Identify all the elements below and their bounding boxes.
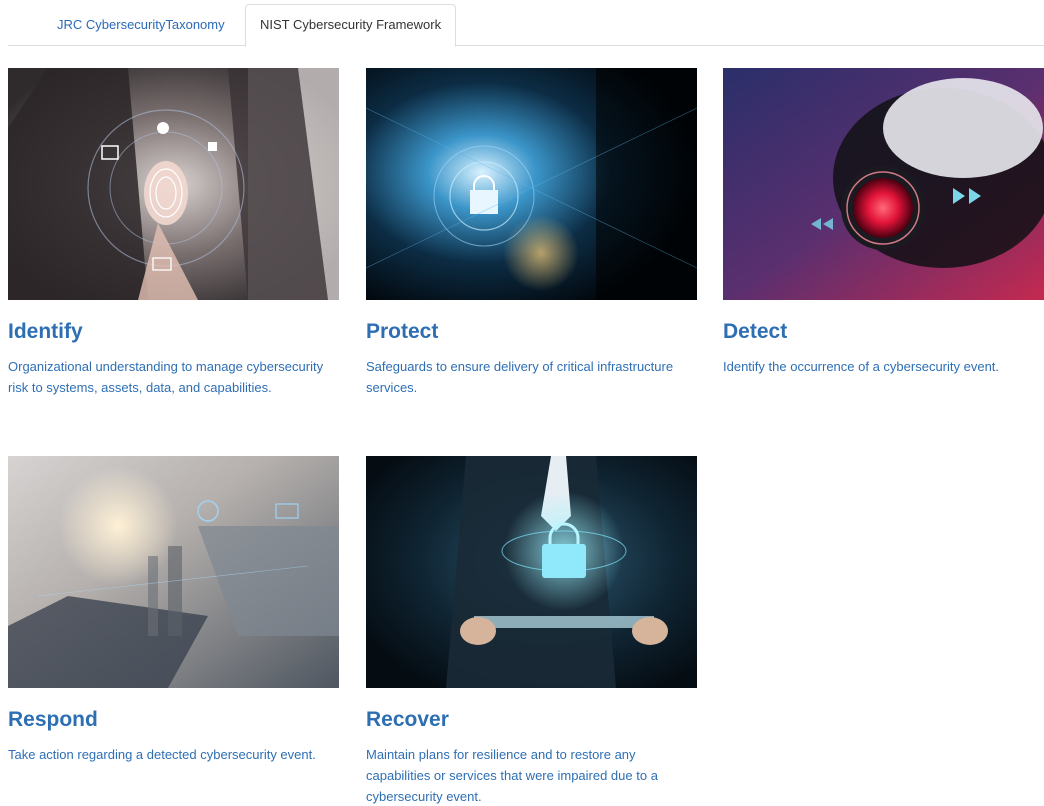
fingerprint-touch-image[interactable]	[8, 68, 339, 300]
card-description: Safeguards to ensure delivery of critica…	[366, 359, 674, 395]
card-description: Maintain plans for resilience and to res…	[366, 747, 658, 804]
card-title[interactable]: Respond	[8, 707, 98, 733]
security-camera-image[interactable]	[723, 68, 1044, 300]
card-description: Organizational understanding to manage c…	[8, 359, 324, 395]
tab-bar: JRC CybersecurityTaxonomy NIST Cybersecu…	[8, 0, 1044, 47]
card-description: Identify the occurrence of a cybersecuri…	[723, 359, 1000, 374]
card-description: Take action regarding a detected cyberse…	[8, 747, 316, 762]
businessman-tablet-lock-image[interactable]	[366, 456, 697, 688]
card-title[interactable]: Detect	[723, 319, 787, 345]
laptop-city-network-image[interactable]	[8, 456, 339, 688]
card-title[interactable]: Recover	[366, 707, 449, 733]
tab-nist-cybersecurity-framework[interactable]: NIST Cybersecurity Framework	[245, 4, 457, 47]
card-title[interactable]: Identify	[8, 319, 83, 345]
card-title[interactable]: Protect	[366, 319, 438, 345]
tab-jrc-cybersecurity-taxonomy[interactable]: JRC CybersecurityTaxonomy	[42, 4, 240, 47]
padlock-circuit-image[interactable]	[366, 68, 697, 300]
